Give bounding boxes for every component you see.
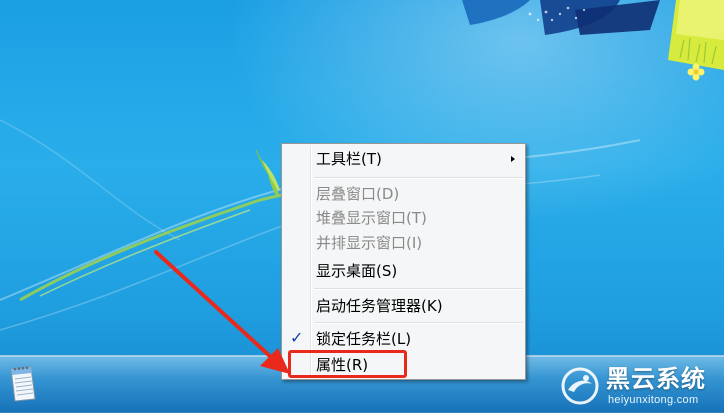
menu-separator	[314, 177, 523, 179]
annotation-highlight-box	[288, 350, 407, 378]
watermark-subtitle: heiyunxitong.com	[608, 394, 699, 406]
menu-item-show-desktop[interactable]: 显示桌面(S)	[284, 260, 523, 282]
menu-item-label: 堆叠显示窗口(T)	[316, 209, 427, 227]
menu-item-label: 启动任务管理器(K)	[316, 297, 443, 315]
menu-item-label: 锁定任务栏(L)	[316, 330, 412, 348]
menu-separator	[314, 288, 523, 290]
menu-item-toolbars[interactable]: 工具栏(T)	[284, 148, 523, 170]
menu-item-label: 并排显示窗口(I)	[316, 234, 423, 252]
checkmark-icon: ✓	[290, 328, 304, 347]
taskbar-context-menu: 工具栏(T) 层叠窗口(D) 堆叠显示窗口(T) 并排显示窗口(I) 显示桌面(…	[281, 143, 526, 380]
menu-item-label: 工具栏(T)	[316, 150, 382, 168]
menu-item-cascade-windows[interactable]: 层叠窗口(D)	[284, 183, 523, 205]
notepad-icon	[10, 366, 36, 402]
watermark: 黑云系统 heiyunxitong.com	[558, 364, 724, 412]
taskbar-app-button[interactable]	[2, 359, 42, 407]
watermark-title: 黑云系统	[606, 365, 706, 393]
watermark-logo-icon	[561, 367, 599, 405]
menu-item-task-manager[interactable]: 启动任务管理器(K)	[284, 295, 523, 317]
menu-separator	[314, 322, 523, 324]
chevron-right-icon	[511, 156, 515, 162]
menu-item-label: 层叠窗口(D)	[316, 185, 400, 203]
menu-item-side-by-side-windows[interactable]: 并排显示窗口(I)	[284, 232, 523, 254]
menu-item-lock-taskbar[interactable]: ✓ 锁定任务栏(L)	[284, 328, 523, 350]
menu-item-stack-windows[interactable]: 堆叠显示窗口(T)	[284, 207, 523, 229]
menu-item-label: 显示桌面(S)	[316, 262, 398, 280]
